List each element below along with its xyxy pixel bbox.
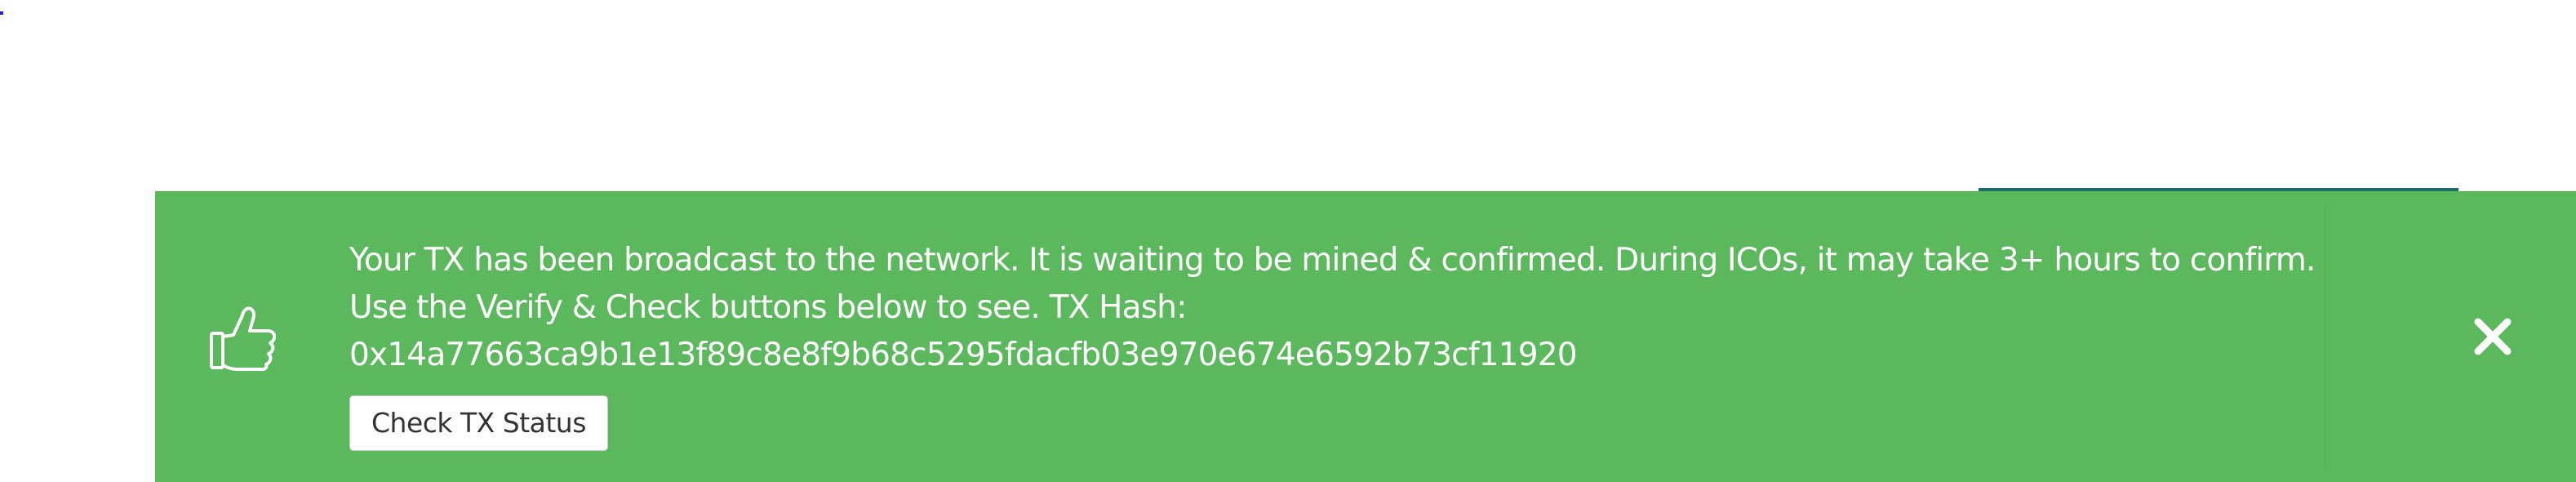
thumbs-up-icon xyxy=(209,304,277,371)
page: Your TX has been broadcast to the networ… xyxy=(0,0,2576,482)
close-icon[interactable] xyxy=(2470,314,2516,359)
tx-hash: 0x14a77663ca9b1e13f89c8e8f9b68c5295fdacf… xyxy=(349,337,1578,373)
success-alert: Your TX has been broadcast to the networ… xyxy=(155,191,2576,482)
alert-message-line-2: Use the Verify & Check buttons below to … xyxy=(349,289,1187,326)
alert-message-line-1: Your TX has been broadcast to the networ… xyxy=(349,242,2316,279)
check-tx-status-button[interactable]: Check TX Status xyxy=(349,395,608,451)
alert-message: Your TX has been broadcast to the networ… xyxy=(349,237,2439,451)
corner-dot xyxy=(0,11,3,15)
